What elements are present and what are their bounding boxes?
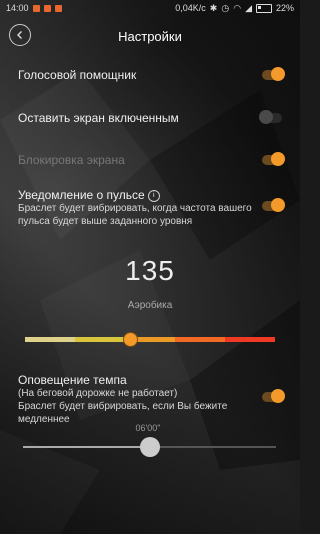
battery-icon (255, 3, 272, 13)
tempo-slider-handle[interactable] (139, 437, 160, 457)
pulse-title: Уведомление о пульсе (18, 188, 145, 202)
toggle-knob (271, 152, 285, 166)
setting-row-voice: Голосовой помощник (18, 67, 285, 82)
pulse-threshold-value: 135 (125, 255, 175, 286)
status-time: 14:00 (6, 3, 29, 13)
screen-on-toggle[interactable] (259, 110, 282, 124)
pulse-zone-segment (75, 337, 125, 342)
pulse-zone-label: Аэробика (127, 300, 173, 311)
setting-label-pulse: Уведомление о пульсе i (18, 188, 253, 202)
pulse-zone-segment (175, 337, 225, 342)
setting-row-screen-on: Оставить экран включенным (18, 110, 282, 125)
chevron-left-icon (17, 31, 22, 39)
toggle-knob (259, 110, 273, 124)
setting-label-voice: Голосовой помощник (18, 68, 137, 82)
notification-icon (43, 4, 51, 12)
status-right: 0,04K/c ✱ ◷ ◠ ◢ 22% (175, 3, 294, 14)
toggle-knob (271, 198, 285, 212)
pulse-description: Браслет будет вибрировать, когда частота… (18, 203, 252, 227)
notification-icon (54, 4, 62, 12)
lock-toggle[interactable] (262, 152, 285, 166)
info-icon[interactable]: i (147, 189, 160, 202)
tempo-title: Оповещение темпа (18, 373, 127, 387)
alarm-icon: ◷ (221, 2, 230, 13)
wifi-icon: ◠ (233, 2, 242, 13)
bluetooth-icon: ✱ (209, 2, 218, 13)
pulse-zone-segment (225, 337, 275, 342)
network-speed: 0,04K/c (175, 3, 206, 13)
tempo-value: 06'00" (135, 423, 161, 433)
toggle-knob (271, 389, 285, 403)
setting-label-screen-on: Оставить экран включенным (18, 111, 179, 125)
header: Настройки (0, 18, 300, 54)
tempo-text: Оповещение темпа (На беговой дорожке не … (18, 373, 253, 426)
setting-row-tempo: Оповещение темпа (На беговой дорожке не … (18, 373, 285, 426)
tempo-slider-fill (23, 446, 150, 448)
pulse-toggle[interactable] (262, 198, 285, 212)
pulse-zone-slider[interactable] (25, 337, 275, 342)
pulse-zone-segment (25, 337, 75, 342)
tempo-toggle[interactable] (262, 389, 285, 403)
signal-icon: ◢ (245, 2, 252, 13)
setting-label-lock: Блокировка экрана (18, 153, 125, 167)
pulse-slider-handle[interactable] (122, 332, 138, 347)
status-bar: 14:00 0,04K/c ✱ ◷ ◠ ◢ 22% (0, 0, 300, 16)
setting-row-lock: Блокировка экрана (18, 152, 285, 167)
notification-icon (32, 4, 40, 12)
setting-row-pulse: Уведомление о пульсе i Браслет будет вибр… (18, 188, 285, 228)
status-left: 14:00 (6, 3, 62, 13)
tempo-note: (На беговой дорожке не работает) (18, 388, 178, 399)
pulse-text: Уведомление о пульсе i Браслет будет вибр… (18, 188, 253, 228)
battery-level: 22% (275, 3, 294, 13)
toggle-knob (271, 67, 285, 81)
voice-toggle[interactable] (262, 67, 285, 81)
back-button[interactable] (9, 24, 31, 46)
page-title: Настройки (118, 28, 182, 44)
